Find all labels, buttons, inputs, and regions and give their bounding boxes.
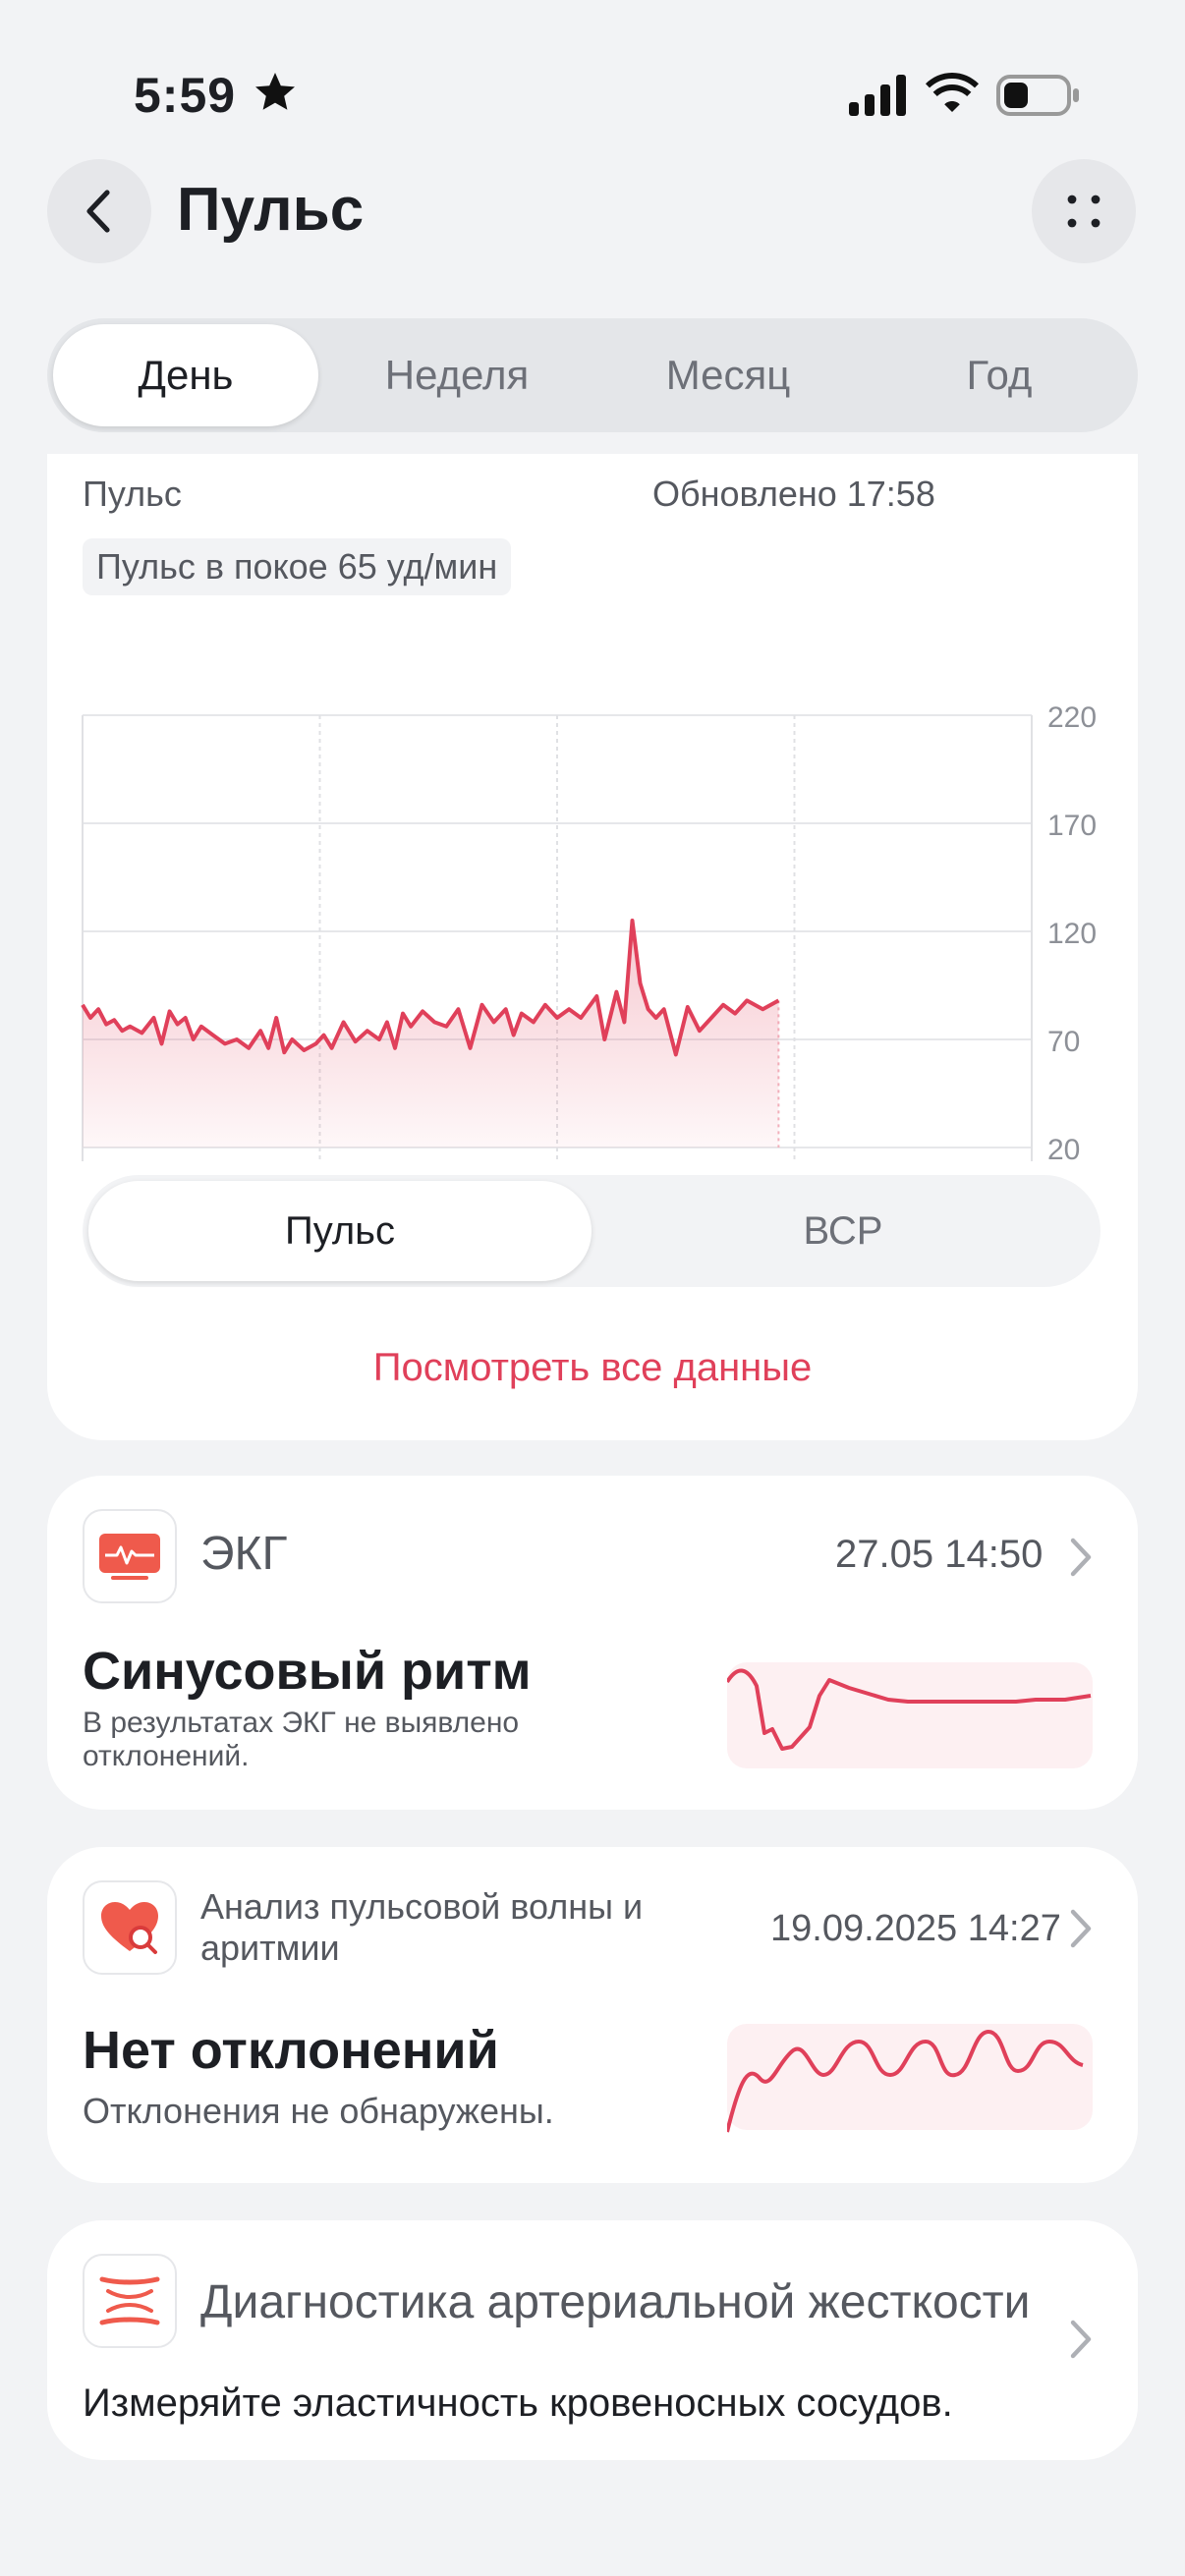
chevron-right-icon <box>1070 2320 1092 2359</box>
ecg-date: 27.05 14:50 <box>835 1533 1044 1576</box>
period-tabs: День Неделя Месяц Год <box>47 318 1138 432</box>
pulse-wave-date: 19.09.2025 14:27 <box>770 1908 1061 1949</box>
chevron-right-icon <box>1070 1538 1092 1577</box>
status-time: 5:59 <box>134 68 237 123</box>
ecg-icon <box>83 1509 177 1603</box>
arterial-stiffness-card[interactable]: Диагностика артериальной жесткости Измер… <box>47 2220 1138 2460</box>
updated-time: Обновлено 17:58 <box>652 474 935 514</box>
y-tick-label: 70 <box>1047 1026 1080 1058</box>
cellular-signal-icon <box>849 75 906 116</box>
segment-hrv[interactable]: ВСР <box>592 1181 1095 1281</box>
x-tick-label: 06:00 <box>326 1159 400 1161</box>
heart-rate-chart[interactable]: 220 170 120 70 20 00:00 06:00 12:00 18:00 <box>47 641 1138 1161</box>
heart-rate-area <box>83 921 779 1148</box>
x-tick-label: 12:00 <box>563 1159 637 1161</box>
tab-month[interactable]: Месяц <box>595 324 861 426</box>
x-tick-label: 00:00 <box>88 1159 162 1161</box>
battery-icon <box>996 75 1079 116</box>
pulse-wave-thumbnail <box>727 2024 1093 2133</box>
pulse-wave-title: Анализ пульсовой волны и аритмии <box>200 1886 692 1969</box>
vessel-icon <box>83 2254 177 2348</box>
four-dots-icon <box>1067 195 1100 228</box>
status-bar: 5:59 <box>0 0 1185 147</box>
ecg-description-line2: отклонений. <box>83 1740 250 1772</box>
segment-heart-rate[interactable]: Пульс <box>88 1181 592 1281</box>
y-tick-label: 170 <box>1047 810 1097 842</box>
ecg-card[interactable]: ЭКГ 27.05 14:50 Синусовый ритм В результ… <box>47 1476 1138 1810</box>
y-tick-label: 120 <box>1047 918 1097 950</box>
heart-rate-card: Пульс Обновлено 17:58 Пульс в покое 65 у… <box>47 454 1138 1440</box>
tab-week[interactable]: Неделя <box>324 324 590 426</box>
view-all-data-link[interactable]: Посмотреть все данные <box>47 1346 1138 1390</box>
tab-day[interactable]: День <box>53 324 318 426</box>
chevron-left-icon <box>86 190 110 233</box>
tab-year[interactable]: Год <box>867 324 1132 426</box>
arterial-stiffness-description: Измеряйте эластичность кровеносных сосуд… <box>83 2381 953 2425</box>
ecg-description-line1: В результатах ЭКГ не выявлено <box>83 1707 520 1739</box>
page-title: Пульс <box>177 176 365 244</box>
pulse-wave-description: Отклонения не обнаружены. <box>83 2091 554 2131</box>
pulse-wave-card[interactable]: Анализ пульсовой волны и аритмии 19.09.2… <box>47 1847 1138 2183</box>
pulse-wave-title-line2: аритмии <box>200 1928 340 1968</box>
back-button[interactable] <box>47 159 151 263</box>
chevron-right-icon <box>1070 1909 1092 1948</box>
ecg-thumbnail <box>727 1662 1093 1768</box>
pulse-wave-title-line1: Анализ пульсовой волны и <box>200 1886 644 1927</box>
y-tick-label: 220 <box>1047 701 1097 734</box>
ecg-title: ЭКГ <box>200 1528 288 1580</box>
heart-search-icon <box>83 1880 177 1975</box>
ecg-result: Синусовый ритм <box>83 1642 532 1701</box>
wifi-icon <box>926 73 979 112</box>
x-tick-label: 18:00 <box>801 1159 875 1161</box>
arterial-stiffness-title: Диагностика артериальной жесткости <box>200 2276 1031 2328</box>
resting-rate-chip: Пульс в покое 65 уд/мин <box>83 538 512 595</box>
metric-segment: Пульс ВСР <box>83 1175 1100 1287</box>
heart-rate-label: Пульс <box>83 474 182 514</box>
more-button[interactable] <box>1032 159 1136 263</box>
y-tick-label: 20 <box>1047 1134 1080 1161</box>
pulse-wave-result: Нет отклонений <box>83 2021 499 2080</box>
star-icon <box>255 73 295 110</box>
